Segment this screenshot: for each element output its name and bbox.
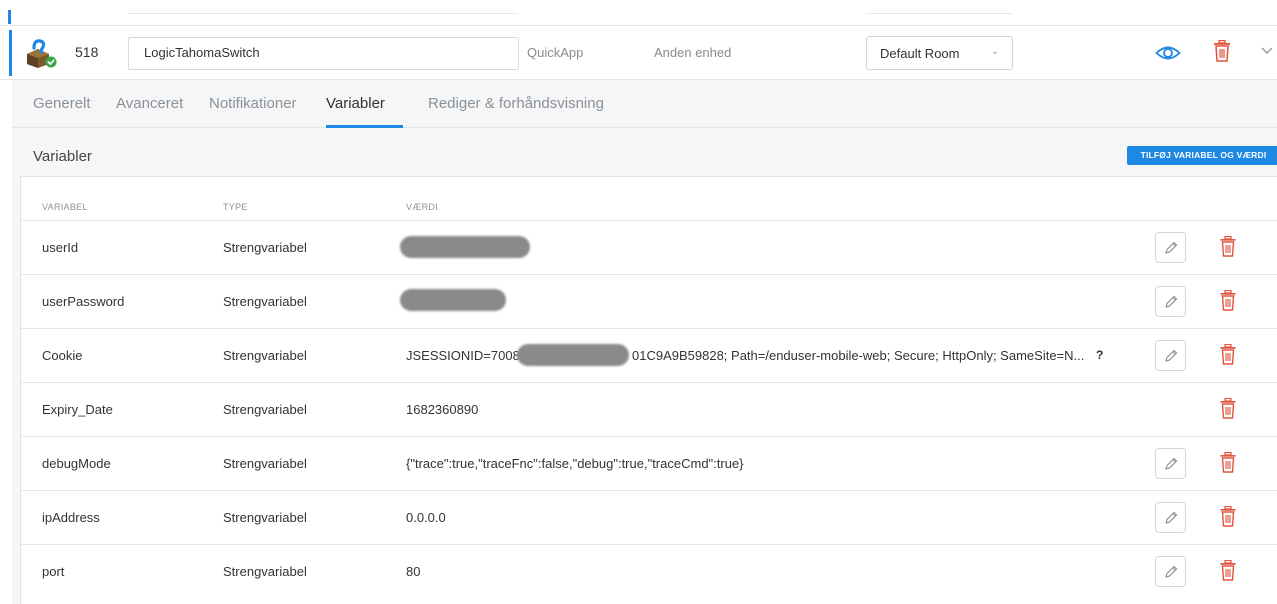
add-variable-button[interactable]: TILFØJ VARIABEL OG VÆRDI [1127,146,1277,165]
pencil-icon [1165,349,1178,362]
variable-value: 01C9A9B59828; Path=/enduser-mobile-web; … [632,348,1085,363]
device-id: 518 [75,44,99,60]
room-select[interactable]: Default Room ⌄ [866,36,1013,70]
edit-variable-button[interactable] [1155,340,1186,371]
row-accent-bar [8,10,11,24]
redacted-value [400,236,530,258]
delete-device-trash-icon[interactable] [1213,40,1231,62]
tab-rediger-forhandsvisning[interactable]: Rediger & forhåndsvisning [428,95,604,112]
redacted-value [400,289,506,311]
tab-notifikationer[interactable]: Notifikationer [209,95,297,112]
device-type-label: QuickApp [527,45,584,60]
chevron-down-icon: ⌄ [990,46,999,57]
tab-avanceret[interactable]: Avanceret [116,95,183,112]
column-header-variable: VARIABEL [42,202,88,212]
variable-type: Strengvariabel [223,294,307,309]
table-row: ipAddress Strengvariabel 0.0.0.0 [21,490,1277,544]
variable-value: {"trace":true,"traceFnc":false,"debug":t… [406,456,744,471]
status-check-badge [45,56,57,68]
previous-device-row-strip [0,0,1277,26]
variable-name: ipAddress [42,510,100,525]
previous-name-field-edge [128,13,518,14]
device-category-label: Anden enhed [654,45,732,60]
edit-variable-button[interactable] [1155,502,1186,533]
trash-icon[interactable] [1220,344,1236,365]
trash-icon[interactable] [1220,290,1236,311]
pencil-icon [1165,241,1178,254]
table-row: Expiry_Date Strengvariabel 1682360890 [21,382,1277,436]
variable-type: Strengvariabel [223,564,307,579]
variable-value-prefix: JSESSIONID=7008D [406,348,530,363]
eye-icon[interactable] [1155,44,1181,62]
table-row: debugMode Strengvariabel {"trace":true,"… [21,436,1277,490]
variable-value: 0.0.0.0 [406,510,446,525]
variable-name: userId [42,240,79,255]
trash-icon[interactable] [1220,452,1236,473]
edit-variable-button[interactable] [1155,448,1186,479]
variable-name: Expiry_Date [42,402,113,417]
variable-type: Strengvariabel [223,456,307,471]
column-header-value: VÆRDI [406,202,439,212]
edit-variable-button[interactable] [1155,232,1186,263]
variable-type: Strengvariabel [223,348,307,363]
variable-type: Strengvariabel [223,240,307,255]
tab-variabler[interactable]: Variabler [326,95,385,112]
column-header-type: TYPE [223,202,248,212]
pencil-icon [1165,565,1178,578]
selected-row-indicator [9,30,12,76]
variable-value: 1682360890 [406,402,479,417]
variable-name: userPassword [42,294,125,309]
variable-type: Strengvariabel [223,510,307,525]
pencil-icon [1165,511,1178,524]
pencil-icon [1165,295,1178,308]
device-tabs: Generelt Avanceret Notifikationer Variab… [12,80,1277,128]
trash-icon[interactable] [1220,398,1236,419]
edit-variable-button[interactable] [1155,556,1186,587]
tab-generelt[interactable]: Generelt [33,95,91,112]
edit-variable-button[interactable] [1155,286,1186,317]
room-select-value: Default Room [880,46,960,61]
table-row: userPassword Strengvariabel [21,274,1277,328]
previous-room-select-edge [866,13,1012,14]
table-row: port Strengvariabel 80 [21,544,1277,598]
variables-table: VARIABEL TYPE VÆRDI userId Strengvariabe… [20,176,1277,604]
variable-name: debugMode [42,456,111,471]
chevron-down-icon[interactable] [1260,43,1274,57]
variable-value: 80 [406,564,421,579]
variable-name: port [42,564,65,579]
section-title: Variabler [33,148,92,165]
trash-icon[interactable] [1220,236,1236,257]
trash-icon[interactable] [1220,506,1236,527]
device-name-input[interactable]: LogicTahomaSwitch [128,37,519,70]
variable-name: Cookie [42,348,83,363]
variable-type: Strengvariabel [223,402,307,417]
redacted-value [517,344,629,366]
trash-icon[interactable] [1220,560,1236,581]
pencil-icon [1165,457,1178,470]
device-box-icon [27,39,57,68]
table-row: Cookie Strengvariabel JSESSIONID=7008D 0… [21,328,1277,382]
table-row: userId Strengvariabel [21,220,1277,274]
help-icon[interactable]: ? [1096,348,1103,362]
device-header-row: 518 LogicTahomaSwitch QuickApp Anden enh… [0,26,1277,80]
